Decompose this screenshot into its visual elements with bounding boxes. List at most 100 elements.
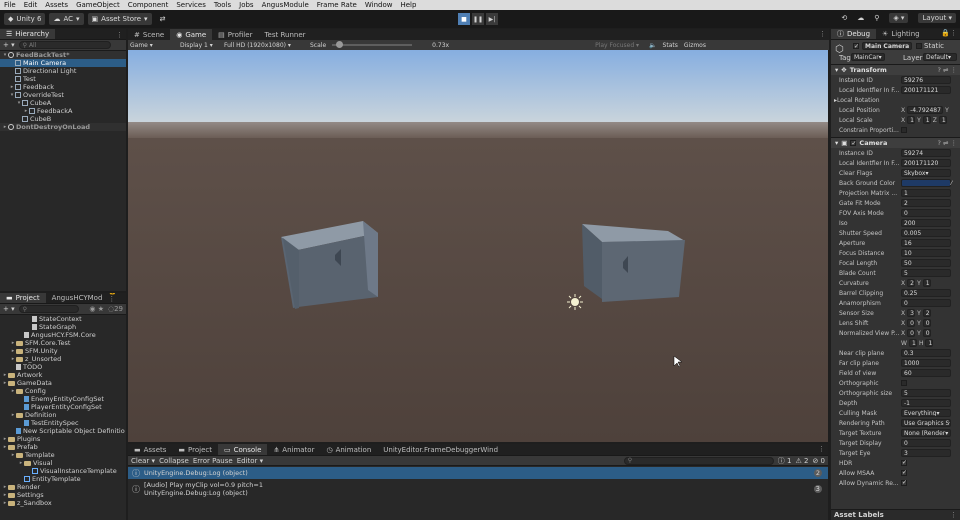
tab-console[interactable]: ▭ Console	[217, 444, 268, 455]
tab-animator[interactable]: ⋔ Animator	[267, 444, 320, 455]
project-item[interactable]: ▸ SFM.Unity	[0, 347, 126, 355]
cube-b[interactable]	[582, 224, 685, 302]
field-value-input[interactable]: 59274	[901, 149, 951, 157]
menu-gameobject[interactable]: GameObject	[76, 1, 120, 9]
project-item[interactable]: StateContext	[0, 315, 126, 323]
console-search-input[interactable]: ⚲	[623, 456, 774, 465]
project-item[interactable]: VisualInstanceTemplate	[0, 467, 126, 475]
constrain-checkbox[interactable]	[901, 127, 907, 133]
field-value-input[interactable]: 0.005	[901, 229, 951, 237]
display-dropdown[interactable]: Display 1 ▾	[180, 42, 218, 49]
viewport-x[interactable]: 0	[907, 329, 916, 337]
project-item[interactable]: New Scriptable Object Definitio	[0, 427, 126, 435]
project-item[interactable]: ▸ GameData	[0, 379, 126, 387]
ac-button[interactable]: ☁ AC ▾	[49, 13, 84, 25]
hierarchy-item[interactable]: ▾ OverrideTest	[0, 91, 126, 99]
camera-header[interactable]: ▾ ▣ Camera ? ⇌ ⋮	[831, 137, 960, 148]
warn-count[interactable]: ⚠ 2	[795, 457, 808, 465]
hierarchy-item[interactable]: ▸ Feedback	[0, 83, 126, 91]
field-value-input[interactable]: 1	[901, 189, 951, 197]
tab-lighting[interactable]: ☀ Lighting	[876, 29, 926, 39]
asset-store-button[interactable]: ▣ Asset Store ▾	[87, 13, 152, 25]
tab-animation[interactable]: ◷ Animation	[320, 444, 377, 455]
tab-project-bottom[interactable]: ▬ Project	[172, 444, 218, 455]
menu-window[interactable]: Window	[365, 1, 393, 9]
field-value-input[interactable]: 5	[901, 269, 951, 277]
version-control-button[interactable]: ⇄	[156, 13, 170, 25]
stats-button[interactable]: Stats	[663, 42, 678, 49]
project-item[interactable]: ▸ Template	[0, 451, 126, 459]
tab-scene[interactable]: # Scene	[128, 29, 170, 40]
info-count[interactable]: ⓘ 1	[778, 456, 792, 466]
resolution-dropdown[interactable]: Full HD (1920x1080) ▾	[224, 42, 304, 49]
field-value-input[interactable]: 59276	[901, 76, 951, 84]
log-row-1[interactable]: ⓘ UnityEngine.Debug:Log (object) 2	[128, 467, 828, 479]
game-viewport[interactable]	[128, 50, 828, 442]
clear-button[interactable]: Clear ▾	[131, 457, 155, 465]
camera-enabled-checkbox[interactable]	[850, 140, 857, 146]
transform-header[interactable]: ▾ ✥ Transform ? ⇌ ⋮	[831, 64, 960, 75]
local-scale-z[interactable]: 1	[938, 116, 947, 124]
mute-icon[interactable]: 🔈	[649, 42, 656, 49]
hierarchy-item[interactable]: Test	[0, 75, 126, 83]
step-button[interactable]: ▶|	[486, 13, 498, 25]
menu-component[interactable]: Component	[128, 1, 169, 9]
project-item[interactable]: ▸ Config	[0, 387, 126, 395]
account-button[interactable]: ◆ Unity 6	[4, 13, 46, 25]
cloud-services-icon[interactable]: ☁	[857, 14, 864, 22]
scale-thumb[interactable]	[336, 41, 344, 48]
error-pause-button[interactable]: Error Pause	[193, 457, 233, 465]
local-position-x[interactable]: -4.792487	[907, 106, 944, 114]
field-value-input[interactable]: 200	[901, 219, 951, 227]
play-focused-dropdown[interactable]: Play Focused ▾	[595, 42, 639, 49]
field-value-input[interactable]: None (Render ▾	[901, 429, 951, 437]
menu-file[interactable]: File	[4, 1, 16, 9]
scene-root-item[interactable]: ▾ FeedBackTest*	[0, 51, 126, 59]
tab-assets[interactable]: ▬ Assets	[128, 444, 172, 455]
game-mode-dropdown[interactable]: Game ▾	[130, 42, 174, 49]
curvature-x[interactable]: 2	[907, 279, 916, 287]
field-checkbox[interactable]	[901, 470, 907, 476]
project-item[interactable]: AngusHCY.FSM.Core	[0, 331, 126, 339]
field-value-input[interactable]: 60	[901, 369, 951, 377]
local-scale-y[interactable]: 1	[922, 116, 931, 124]
field-value-input[interactable]: -1	[901, 399, 951, 407]
field-value-input[interactable]: Skybox ▾	[901, 169, 951, 177]
project-item[interactable]: PlayerEntityConfigSet	[0, 403, 126, 411]
project-item[interactable]: ▸ Render	[0, 483, 126, 491]
lens-y[interactable]: 0	[922, 319, 931, 327]
tab-game[interactable]: ◉ Game	[170, 29, 213, 40]
history-icon[interactable]: ⟲	[841, 14, 847, 22]
local-scale-x[interactable]: 1	[907, 116, 916, 124]
project-item[interactable]: ▸ Artwork	[0, 371, 126, 379]
curvature-y[interactable]: 1	[922, 279, 931, 287]
hierarchy-item[interactable]: CubeB	[0, 115, 126, 123]
hierarchy-item[interactable]: ▸ FeedbackA	[0, 107, 126, 115]
menu-help[interactable]: Help	[400, 1, 416, 9]
hierarchy-item[interactable]: ▾ CubeA	[0, 99, 126, 107]
object-name-field[interactable]: Main Camera	[862, 42, 912, 50]
lock-icon[interactable]: 🔒⋮	[941, 29, 960, 39]
project-item[interactable]: TestEntitySpec	[0, 419, 126, 427]
lock-icon[interactable]: 🔒⋮	[108, 293, 126, 303]
collapse-button[interactable]: Collapse	[159, 457, 189, 465]
menu-jobs[interactable]: Jobs	[239, 1, 253, 9]
cube-a[interactable]	[281, 221, 378, 309]
asset-labels-bar[interactable]: Asset Labels ⋮	[831, 509, 960, 520]
project-item[interactable]: ▸ Visual	[0, 459, 126, 467]
background-color-swatch[interactable]	[901, 179, 951, 187]
menu-angusmodule[interactable]: AngusModule	[262, 1, 309, 9]
sensor-x[interactable]: 3	[907, 309, 916, 317]
pause-button[interactable]: ❚❚	[472, 13, 484, 25]
field-value-input[interactable]: 200171121	[901, 86, 951, 94]
field-checkbox[interactable]	[901, 380, 907, 386]
filter-icon[interactable]: ◉ ★	[89, 305, 104, 313]
hierarchy-item[interactable]: Main Camera	[0, 59, 126, 67]
hierarchy-search-input[interactable]: ⚲ All	[18, 41, 111, 49]
field-checkbox[interactable]	[901, 480, 907, 486]
field-value-input[interactable]: Use Graphics S ▾	[901, 419, 951, 427]
field-value-input[interactable]: 0.3	[901, 349, 951, 357]
field-value-input[interactable]: 50	[901, 259, 951, 267]
layers-dropdown[interactable]: ◈ ▾	[889, 13, 909, 23]
menu-frame-rate[interactable]: Frame Rate	[317, 1, 357, 9]
